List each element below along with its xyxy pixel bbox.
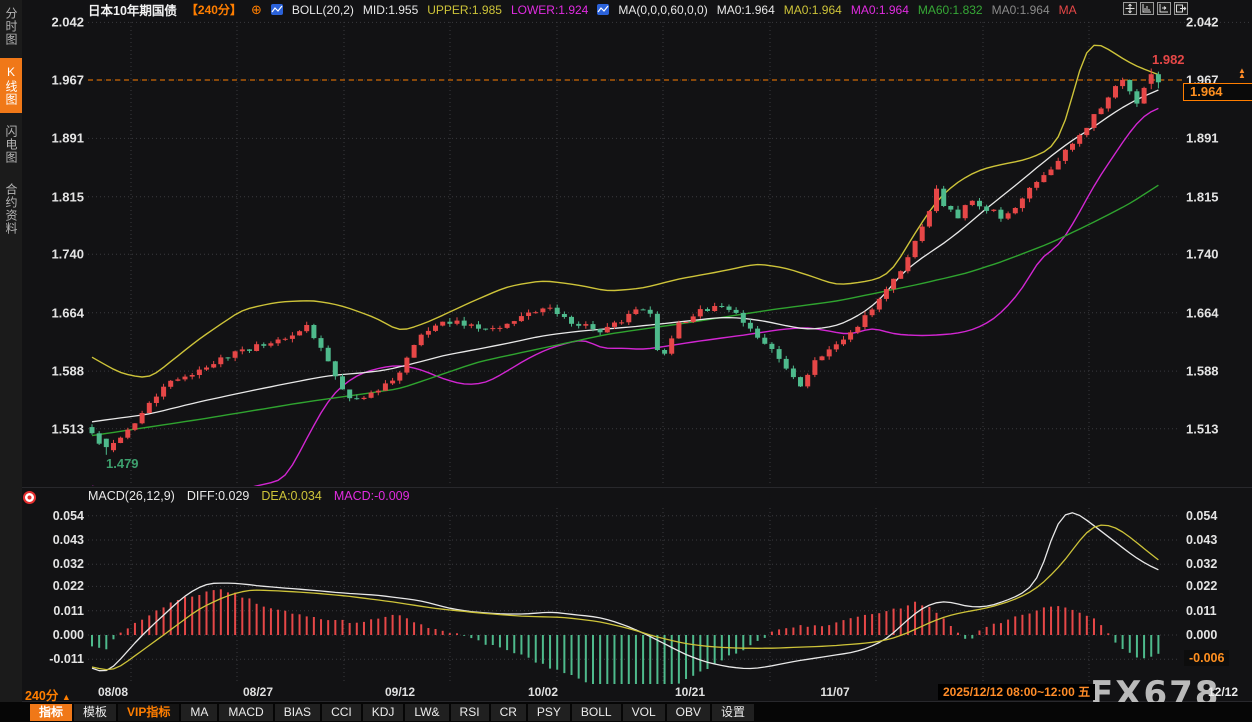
date-tick-label: 11/07 — [820, 685, 849, 699]
trading-app-window: 分时图 K线图闪电图合约资料 日本10年期国债 【240分】 ⊕ BOLL(20,… — [0, 0, 1252, 722]
boll-upper-value: UPPER:1.985 — [427, 3, 502, 17]
toolbar-button-KDJ[interactable]: KDJ — [363, 704, 404, 721]
axis-label: 0.011 — [1186, 604, 1217, 618]
boll-lower-value: LOWER:1.924 — [511, 3, 588, 17]
axis-label: 1.740 — [1186, 247, 1219, 262]
ma-value: MA0:1.964 — [717, 3, 775, 17]
axis-label: 0.043 — [1186, 533, 1217, 547]
axis-label: 1.891 — [1186, 131, 1219, 146]
toolbar-button-LW&[interactable]: LW& — [405, 704, 448, 721]
axis-label: 0.022 — [24, 579, 84, 593]
axis-label: 0.043 — [24, 533, 84, 547]
macd-diff-value: DIFF:0.029 — [187, 489, 250, 503]
bottom-toolbar: 指标模板VIP指标MAMACDBIASCCIKDJLW&RSICRPSYBOLL… — [0, 702, 1252, 722]
axis-shift-icon[interactable] — [1157, 2, 1171, 15]
ma-value: MA60:1.832 — [918, 3, 983, 17]
toolbar-button-OBV[interactable]: OBV — [667, 704, 710, 721]
ma-values: MA0:1.964 MA0:1.964 MA0:1.964 MA60:1.832 MA0… — [717, 3, 1077, 17]
period-text: 240分 — [25, 689, 58, 703]
toolbar-button-CR[interactable]: CR — [491, 704, 526, 721]
boll-mid-value: MID:1.955 — [363, 3, 418, 17]
chart-header: 日本10年期国债 【240分】 ⊕ BOLL(20,2) MID:1.955 U… — [22, 0, 1252, 19]
pane-expand-icon[interactable] — [1174, 2, 1188, 15]
axis-label: 1.815 — [24, 189, 84, 204]
panel-divider — [22, 487, 1252, 488]
axis-label: 0.032 — [24, 557, 84, 571]
macd-name[interactable]: MACD(26,12,9) — [88, 489, 175, 503]
axis-label: 0.000 — [1186, 628, 1217, 642]
axis-label: 1.664 — [1186, 305, 1219, 320]
macd-value-tag: -0.006 — [1184, 650, 1229, 666]
axis-label: -0.011 — [24, 652, 84, 666]
axis-label: 1.588 — [24, 364, 84, 379]
axis-label: 1.740 — [24, 247, 84, 262]
axis-label: 1.891 — [24, 131, 84, 146]
axis-label: 0.000 — [24, 628, 84, 642]
sidebar-tab-闪电图[interactable]: 闪电图 — [0, 118, 22, 171]
macd-dea-value: DEA:0.034 — [261, 489, 321, 503]
period-badge[interactable]: 【240分】 — [186, 1, 242, 18]
chart-window-icons — [1123, 2, 1188, 15]
axis-label: 1.664 — [24, 305, 84, 320]
chart-canvas[interactable] — [0, 0, 1252, 722]
axis-label: 0.022 — [1186, 579, 1217, 593]
boll-chart-icon[interactable] — [271, 4, 283, 15]
indicator-dot-icon[interactable] — [23, 491, 36, 504]
toolbar-button-PSY[interactable]: PSY — [528, 704, 570, 721]
period-low-label: 1.479 — [106, 456, 139, 471]
axis-label: 0.032 — [1186, 557, 1217, 571]
price-marker-icon: ▲▲ — [1238, 68, 1246, 78]
toolbar-button-settings[interactable]: 设置 — [712, 704, 754, 721]
axis-label: 0.054 — [1186, 509, 1217, 523]
toolbar-button-MACD[interactable]: MACD — [219, 704, 272, 721]
toolbar-button-BIAS[interactable]: BIAS — [275, 704, 320, 721]
date-tick-label: 10/02 — [528, 685, 558, 699]
instrument-title: 日本10年期国债 — [88, 0, 177, 19]
ma-value: MA0:1.964 — [992, 3, 1050, 17]
toolbar-button-模板[interactable]: 模板 — [74, 704, 116, 721]
last-price-tag: 1.964 — [1183, 83, 1252, 101]
crosshair-time-tooltip: 2025/12/12 08:00~12:00 五 — [938, 684, 1095, 700]
x-axis-row: 240分 ▲ 08/08 08/27 09/12 10/02 10/21 11/07 20… — [0, 684, 1252, 702]
axis-label: 1.513 — [24, 421, 84, 436]
toolbar-button-MA[interactable]: MA — [181, 704, 217, 721]
ma-value: MA — [1059, 3, 1077, 17]
toolbar-button-指标[interactable]: 指标 — [30, 704, 72, 721]
axis-label: 1.967 — [24, 73, 84, 88]
date-tick-label: 10/21 — [675, 685, 705, 699]
sidebar-tab-合约资料[interactable]: 合约资料 — [0, 176, 22, 242]
toolbar-button-CCI[interactable]: CCI — [322, 704, 361, 721]
move-icon[interactable] — [1123, 2, 1137, 15]
date-tick-label: 08/08 — [98, 685, 128, 699]
date-tick-label: 08/27 — [243, 685, 273, 699]
axis-label: 1.815 — [1186, 189, 1219, 204]
add-circle-icon[interactable]: ⊕ — [251, 2, 262, 18]
sidebar-tab-K线图[interactable]: K线图 — [0, 58, 22, 113]
ma-value: MA0:1.964 — [784, 3, 842, 17]
axis-scale-icon[interactable] — [1140, 2, 1154, 15]
ma-chart-icon[interactable] — [597, 4, 609, 15]
boll-name: BOLL(20,2) — [292, 3, 354, 17]
left-sidebar: 分时图 K线图闪电图合约资料 — [0, 0, 22, 722]
toolbar-button-RSI[interactable]: RSI — [451, 704, 489, 721]
toolbar-button-BOLL[interactable]: BOLL — [572, 704, 621, 721]
ma-value: MA0:1.964 — [851, 3, 909, 17]
ma-name: MA(0,0,0,60,0,0) — [618, 3, 707, 17]
date-tick-label: 09/12 — [385, 685, 415, 699]
toolbar-button-VIP指标[interactable]: VIP指标 — [118, 704, 179, 721]
sidebar-tab-分时图[interactable]: 分时图 — [0, 0, 22, 53]
toolbar-button-VOL[interactable]: VOL — [623, 704, 665, 721]
axis-label: 0.054 — [24, 509, 84, 523]
macd-macd-value: MACD:-0.009 — [334, 489, 410, 503]
last-date-label: 12/12 — [1208, 685, 1238, 699]
axis-label: 1.588 — [1186, 364, 1219, 379]
macd-label-row: MACD(26,12,9) DIFF:0.029 DEA:0.034 MACD:… — [88, 489, 410, 503]
axis-label: 0.011 — [24, 604, 84, 618]
axis-label: 1.513 — [1186, 421, 1219, 436]
period-arrow-icon: ▲ — [62, 692, 71, 702]
period-high-label: 1.982 — [1152, 52, 1185, 67]
